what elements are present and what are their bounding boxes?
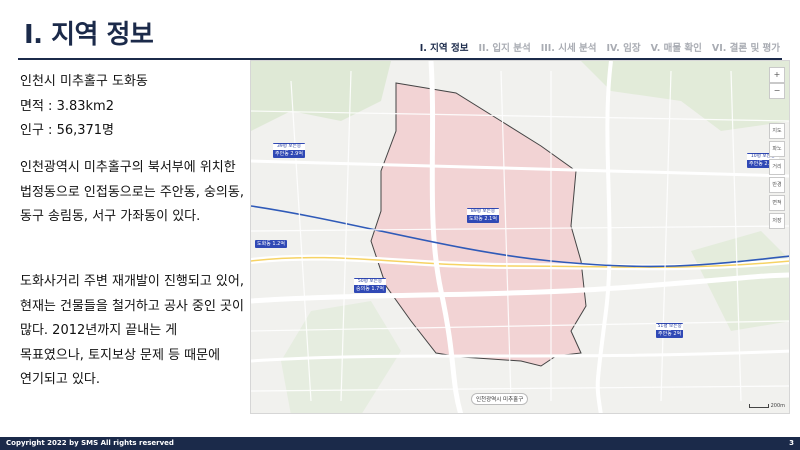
description-paragraph: 인천광역시 미추홀구의 북서부에 위치한 법정동으로 인접동으로는 주안동, 숭… — [20, 160, 244, 224]
district-name-label: 인천광역시 미추홀구 — [471, 393, 529, 405]
price-bubble[interactable]: 51평 보는중 주안동 2억 — [656, 323, 684, 338]
redevelopment-paragraph: 도화사거리 주변 재개발이 진행되고 있어, 현재는 건물들을 철거하고 공사 … — [20, 274, 244, 387]
map-canvas — [251, 61, 789, 413]
copyright-text: Copyright 2022 by SMS All rights reserve… — [6, 439, 174, 447]
nav-item-listing-check[interactable]: V. 매물 확인 — [651, 40, 702, 54]
region-map[interactable]: 39평 보는중 주안동 2.9억 89평 보는중 도화동 2.1억 50평 보는중 숭… — [250, 60, 790, 414]
nav-item-conclusion[interactable]: VI. 결론 및 평가 — [712, 40, 780, 54]
nav-item-location-analysis[interactable]: II. 입지 분석 — [478, 40, 530, 54]
price-bubble[interactable]: 89평 보는중 도화동 2.1억 — [467, 208, 499, 223]
map-scale: 200m — [749, 403, 785, 409]
distance-button[interactable]: 거리 — [769, 159, 785, 175]
area-text: 면적 : 3.83km2 — [20, 98, 114, 114]
region-facts: 인천시 미추홀구 도화동 면적 : 3.83km2 인구 : 56,371명 — [20, 70, 245, 144]
location-text: 인천시 미추홀구 도화동 — [20, 74, 148, 89]
nav-item-site-visit[interactable]: IV. 임장 — [607, 40, 641, 54]
save-button[interactable]: 저장 — [769, 213, 785, 229]
nav-item-price-analysis[interactable]: III. 시세 분석 — [541, 40, 597, 54]
zoom-in-button[interactable]: + — [769, 67, 785, 83]
section-nav: I. 지역 정보 II. 입지 분석 III. 시세 분석 IV. 임장 V. … — [420, 40, 780, 54]
nav-item-region-info[interactable]: I. 지역 정보 — [420, 40, 469, 54]
population-text: 인구 : 56,371명 — [20, 123, 115, 138]
price-bubble[interactable]: 50평 보는중 숭의동 1.7억 — [354, 278, 386, 293]
footer-bar: Copyright 2022 by SMS All rights reserve… — [0, 437, 800, 450]
price-bubble[interactable]: 39평 보는중 주안동 2.9억 — [273, 143, 305, 158]
price-bubble[interactable]: 도화동 1.2억 — [255, 240, 287, 248]
panorama-button[interactable]: 파노 — [769, 141, 785, 157]
page-title: I. 지역 정보 — [24, 20, 154, 50]
page-number: 3 — [789, 439, 794, 447]
radius-button[interactable]: 반경 — [769, 177, 785, 193]
area-button[interactable]: 면적 — [769, 195, 785, 211]
map-type-button[interactable]: 지도 — [769, 123, 785, 139]
zoom-out-button[interactable]: − — [769, 83, 785, 99]
